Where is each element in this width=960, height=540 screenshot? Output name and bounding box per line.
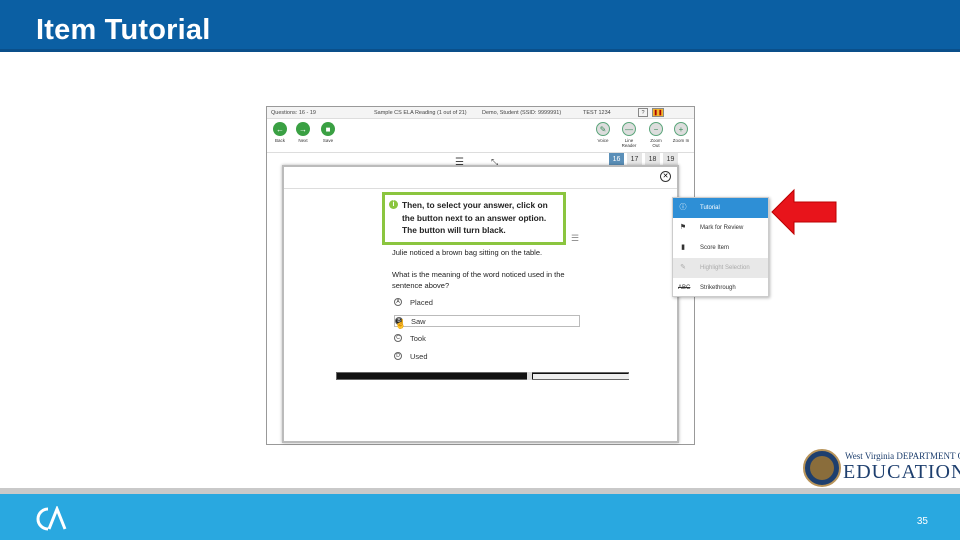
back-button[interactable]: ← Back bbox=[271, 122, 289, 143]
menu-item-tutorial[interactable]: ⓘ Tutorial bbox=[673, 198, 768, 218]
close-icon[interactable]: ✕ bbox=[660, 171, 671, 182]
slide-title: Item Tutorial bbox=[36, 14, 211, 46]
highlighter-icon: ✎ bbox=[680, 264, 686, 271]
voice-button[interactable]: ✎ Voice bbox=[594, 122, 612, 143]
question-text: What is the meaning of the word noticed … bbox=[392, 270, 565, 290]
menu-item-highlight: ✎ Highlight Selection bbox=[673, 258, 768, 278]
answer-option-b[interactable]: B Saw bbox=[394, 315, 580, 327]
zoom-out-icon: − bbox=[649, 122, 663, 136]
flag-icon: ⚑ bbox=[679, 224, 687, 231]
wv-education-logo: West Virginia DEPARTMENT OF EDUCATION bbox=[803, 449, 960, 487]
radio-a[interactable]: A bbox=[394, 298, 402, 306]
bar-chart-icon: ▮ bbox=[681, 244, 685, 251]
progress-remaining bbox=[533, 374, 629, 379]
menu-item-mark-review[interactable]: ⚑ Mark for Review bbox=[673, 218, 768, 238]
menu-item-score-item[interactable]: ▮ Score Item bbox=[673, 238, 768, 258]
info-icon: i bbox=[389, 200, 398, 209]
line-reader-icon: — bbox=[622, 122, 636, 136]
voice-icon: ✎ bbox=[596, 122, 610, 136]
slide-header: Item Tutorial bbox=[0, 0, 960, 52]
red-pointer-arrow bbox=[771, 188, 837, 236]
tutorial-callout: i Then, to select your answer, click on … bbox=[382, 192, 566, 245]
zoom-in-icon: + bbox=[674, 122, 688, 136]
ca-logo bbox=[36, 506, 67, 531]
answer-option-a[interactable]: A Placed bbox=[394, 297, 580, 309]
item-menu-icon[interactable]: ☰ bbox=[571, 233, 579, 244]
menu-item-strikethrough[interactable]: ABC Strikethrough bbox=[673, 278, 768, 298]
answer-option-c[interactable]: C Took bbox=[394, 333, 580, 345]
info-icon: ⓘ bbox=[679, 204, 687, 211]
video-progress-bar[interactable] bbox=[336, 372, 629, 380]
save-icon: ■ bbox=[321, 122, 335, 136]
slide-number: 35 bbox=[916, 516, 928, 527]
next-button[interactable]: → Next bbox=[294, 122, 312, 143]
strikethrough-icon: ABC bbox=[678, 285, 691, 291]
item-context-menu: ⓘ Tutorial ⚑ Mark for Review ▮ Score Item ✎… bbox=[672, 197, 769, 297]
session-id: TEST 1234 bbox=[583, 110, 611, 116]
state-seal-icon bbox=[803, 449, 841, 487]
slide-footer: 35 bbox=[0, 488, 960, 540]
zoom-in-button[interactable]: + Zoom In bbox=[672, 122, 690, 143]
progress-handle[interactable] bbox=[527, 372, 532, 380]
help-icon[interactable]: ? bbox=[638, 108, 648, 117]
tutorial-dialog: ✕ i Then, to select your answer, click o… bbox=[282, 165, 679, 443]
toolbar: ← Back → Next ■ Save ✎ Voice — Line Reader − Z… bbox=[267, 119, 694, 153]
question-range: Questions: 16 - 19 bbox=[271, 110, 316, 116]
question-bar: Questions: 16 - 19 Sample CS ELA Reading… bbox=[267, 107, 694, 119]
arrow-right-icon: → bbox=[296, 122, 310, 136]
test-name: Sample CS ELA Reading (1 out of 21) bbox=[374, 110, 467, 116]
pause-icon[interactable]: ❚❚ bbox=[652, 108, 664, 117]
line-reader-button[interactable]: — Line Reader bbox=[620, 122, 638, 148]
radio-c[interactable]: C bbox=[394, 334, 402, 342]
passage-sentence: Julie noticed a brown bag sitting on the… bbox=[392, 248, 543, 257]
answer-option-d[interactable]: D Used bbox=[394, 351, 580, 363]
save-button[interactable]: ■ Save bbox=[319, 122, 337, 143]
radio-d[interactable]: D bbox=[394, 352, 402, 360]
dialog-header: ✕ bbox=[284, 167, 677, 189]
zoom-out-button[interactable]: − Zoom Out bbox=[647, 122, 665, 148]
arrow-left-icon: ← bbox=[273, 122, 287, 136]
student-name: Demo, Student (SSID: 9999991) bbox=[482, 110, 562, 116]
hand-cursor-icon: ☝ bbox=[395, 319, 407, 329]
